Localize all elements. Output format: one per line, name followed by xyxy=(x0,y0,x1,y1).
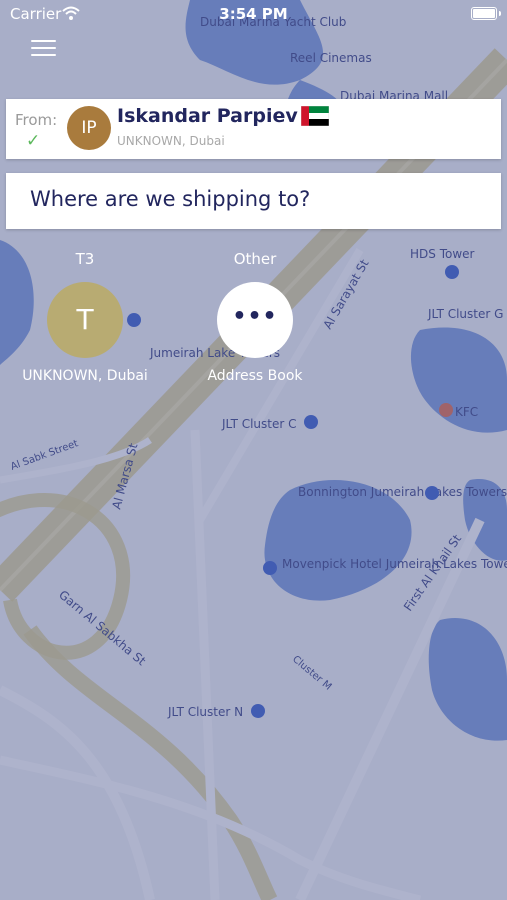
quick-pick-label: T3 xyxy=(75,250,95,268)
more-dots-icon[interactable]: ••• xyxy=(217,282,293,358)
quick-pick-address-book[interactable]: Other ••• Address Book xyxy=(180,250,330,384)
avatar: IP xyxy=(67,106,111,150)
check-icon: ✓ xyxy=(26,131,41,151)
quick-pick-subtitle: Address Book xyxy=(207,368,303,384)
sender-location: UNKNOWN, Dubai xyxy=(117,134,225,148)
sender-card[interactable]: From: ✓ IP Iskandar Parpiev UNKNOWN, Dub… xyxy=(6,99,501,159)
destination-prompt: Where are we shipping to? xyxy=(30,187,311,211)
sender-name: Iskandar Parpiev xyxy=(117,105,298,127)
destination-search[interactable]: Where are we shipping to? xyxy=(6,173,501,229)
from-label: From: xyxy=(15,111,58,129)
quick-pick-label: Other xyxy=(233,250,277,268)
quick-pick-t3[interactable]: T3 T UNKNOWN, Dubai xyxy=(10,250,160,384)
status-time: 3:54 PM xyxy=(219,5,288,23)
uae-flag-icon xyxy=(301,106,329,126)
hamburger-menu-icon[interactable] xyxy=(31,40,56,60)
battery-icon xyxy=(471,7,497,20)
quick-pick-avatar[interactable]: T xyxy=(47,282,123,358)
status-bar: Carrier 3:54 PM xyxy=(0,0,507,28)
quick-pick-subtitle: UNKNOWN, Dubai xyxy=(22,368,148,384)
